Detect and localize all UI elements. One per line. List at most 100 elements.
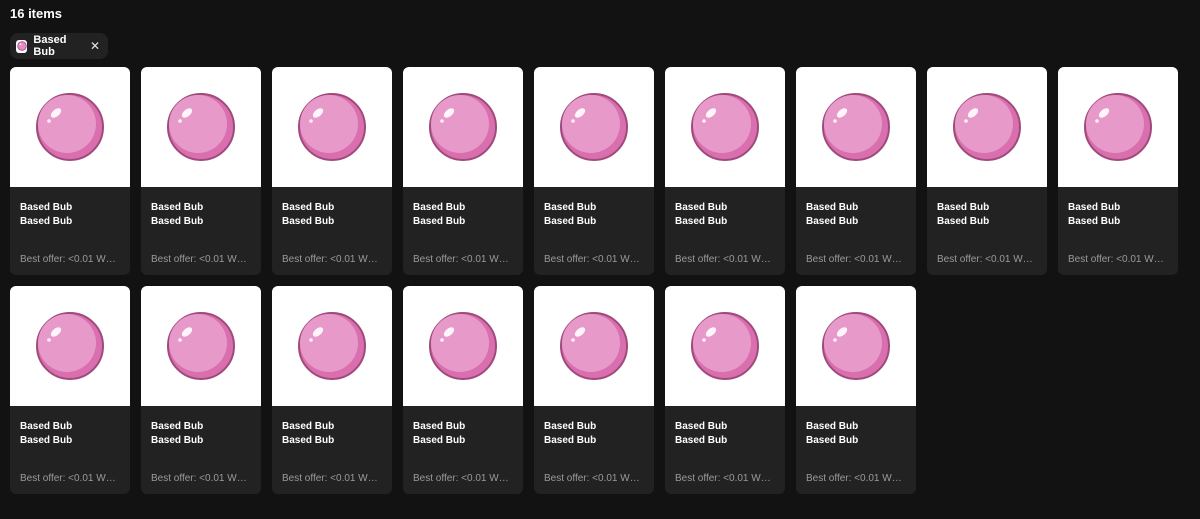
item-collection-name: Based Bub (20, 421, 73, 432)
item-collection-name: Based Bub (806, 202, 859, 213)
item-card[interactable]: Based Bub Based Bub Best offer: <0.01 WE… (10, 286, 130, 494)
item-name: Based Bub (544, 216, 597, 227)
item-collection-name: Based Bub (675, 202, 728, 213)
item-details: Based Bub Based Bub Best offer: <0.01 WE… (10, 187, 130, 275)
item-details: Based Bub Based Bub Best offer: <0.01 WE… (141, 406, 261, 494)
item-details: Based Bub Based Bub Best offer: <0.01 WE… (141, 187, 261, 275)
item-name: Based Bub (151, 435, 204, 446)
item-name: Based Bub (282, 216, 335, 227)
items-grid: Based Bub Based Bub Best offer: <0.01 WE… (10, 67, 1178, 494)
item-best-offer: Best offer: <0.01 WETH (413, 254, 515, 265)
item-image (141, 286, 261, 406)
item-name: Based Bub (675, 435, 728, 446)
item-best-offer: Best offer: <0.01 WETH (806, 254, 908, 265)
pink-bubble-icon (822, 312, 890, 380)
item-card[interactable]: Based Bub Based Bub Best offer: <0.01 WE… (665, 67, 785, 275)
pink-bubble-icon (429, 312, 497, 380)
pink-bubble-icon (298, 93, 366, 161)
item-image (796, 67, 916, 187)
item-name: Based Bub (806, 435, 859, 446)
item-best-offer: Best offer: <0.01 WETH (20, 254, 122, 265)
item-name: Based Bub (282, 435, 335, 446)
item-details: Based Bub Based Bub Best offer: <0.01 WE… (665, 187, 785, 275)
item-image (927, 67, 1047, 187)
item-card[interactable]: Based Bub Based Bub Best offer: <0.01 WE… (272, 67, 392, 275)
item-details: Based Bub Based Bub Best offer: <0.01 WE… (534, 187, 654, 275)
item-best-offer: Best offer: <0.01 WETH (1068, 254, 1170, 265)
pink-bubble-icon (560, 312, 628, 380)
item-image (272, 286, 392, 406)
item-image (272, 67, 392, 187)
item-collection-name: Based Bub (413, 421, 466, 432)
item-image (534, 67, 654, 187)
item-image (10, 286, 130, 406)
item-name: Based Bub (151, 216, 204, 227)
item-name: Based Bub (806, 216, 859, 227)
item-best-offer: Best offer: <0.01 WETH (282, 254, 384, 265)
item-best-offer: Best offer: <0.01 WETH (937, 254, 1039, 265)
item-details: Based Bub Based Bub Best offer: <0.01 WE… (796, 406, 916, 494)
item-details: Based Bub Based Bub Best offer: <0.01 WE… (403, 406, 523, 494)
filter-chip-label: Based Bub (33, 34, 67, 58)
item-card[interactable]: Based Bub Based Bub Best offer: <0.01 WE… (534, 67, 654, 275)
item-name: Based Bub (1068, 216, 1121, 227)
item-image (1058, 67, 1178, 187)
bubble-thumbnail-icon (16, 39, 28, 53)
pink-bubble-icon (36, 93, 104, 161)
item-card[interactable]: Based Bub Based Bub Best offer: <0.01 WE… (796, 286, 916, 494)
pink-bubble-icon (953, 93, 1021, 161)
pink-bubble-icon (429, 93, 497, 161)
item-name: Based Bub (413, 435, 466, 446)
item-details: Based Bub Based Bub Best offer: <0.01 WE… (796, 187, 916, 275)
item-image (796, 286, 916, 406)
pink-bubble-icon (1084, 93, 1152, 161)
item-name: Based Bub (937, 216, 990, 227)
item-details: Based Bub Based Bub Best offer: <0.01 WE… (534, 406, 654, 494)
item-card[interactable]: Based Bub Based Bub Best offer: <0.01 WE… (665, 286, 785, 494)
item-name: Based Bub (20, 216, 73, 227)
item-collection-name: Based Bub (675, 421, 728, 432)
item-image (141, 67, 261, 187)
item-best-offer: Best offer: <0.01 WETH (675, 473, 777, 484)
item-details: Based Bub Based Bub Best offer: <0.01 WE… (665, 406, 785, 494)
item-best-offer: Best offer: <0.01 WETH (544, 473, 646, 484)
item-card[interactable]: Based Bub Based Bub Best offer: <0.01 WE… (927, 67, 1047, 275)
item-image (534, 286, 654, 406)
item-card[interactable]: Based Bub Based Bub Best offer: <0.01 WE… (534, 286, 654, 494)
item-collection-name: Based Bub (1068, 202, 1121, 213)
item-details: Based Bub Based Bub Best offer: <0.01 WE… (1058, 187, 1178, 275)
item-card[interactable]: Based Bub Based Bub Best offer: <0.01 WE… (796, 67, 916, 275)
item-details: Based Bub Based Bub Best offer: <0.01 WE… (272, 187, 392, 275)
pink-bubble-icon (822, 93, 890, 161)
item-collection-name: Based Bub (544, 421, 597, 432)
pink-bubble-icon (691, 312, 759, 380)
item-best-offer: Best offer: <0.01 WETH (282, 473, 384, 484)
item-card[interactable]: Based Bub Based Bub Best offer: <0.01 WE… (141, 67, 261, 275)
pink-bubble-icon (691, 93, 759, 161)
item-card[interactable]: Based Bub Based Bub Best offer: <0.01 WE… (272, 286, 392, 494)
item-details: Based Bub Based Bub Best offer: <0.01 WE… (927, 187, 1047, 275)
pink-bubble-icon (167, 93, 235, 161)
item-best-offer: Best offer: <0.01 WETH (20, 473, 122, 484)
item-details: Based Bub Based Bub Best offer: <0.01 WE… (10, 406, 130, 494)
item-card[interactable]: Based Bub Based Bub Best offer: <0.01 WE… (1058, 67, 1178, 275)
item-card[interactable]: Based Bub Based Bub Best offer: <0.01 WE… (141, 286, 261, 494)
pink-bubble-icon (560, 93, 628, 161)
item-card[interactable]: Based Bub Based Bub Best offer: <0.01 WE… (403, 286, 523, 494)
items-count: 16 items (10, 6, 63, 21)
item-collection-name: Based Bub (151, 202, 204, 213)
item-best-offer: Best offer: <0.01 WETH (806, 473, 908, 484)
item-card[interactable]: Based Bub Based Bub Best offer: <0.01 WE… (10, 67, 130, 275)
item-collection-name: Based Bub (413, 202, 466, 213)
item-image (665, 67, 785, 187)
items-page: 16 items Based Bub ✕ Based Bub Based Bub… (0, 0, 1200, 519)
close-icon[interactable]: ✕ (90, 40, 100, 52)
item-image (665, 286, 785, 406)
pink-bubble-icon (167, 312, 235, 380)
filter-chip-based-bub[interactable]: Based Bub ✕ (10, 33, 108, 59)
item-best-offer: Best offer: <0.01 WETH (151, 254, 253, 265)
item-best-offer: Best offer: <0.01 WETH (544, 254, 646, 265)
item-card[interactable]: Based Bub Based Bub Best offer: <0.01 WE… (403, 67, 523, 275)
item-name: Based Bub (413, 216, 466, 227)
item-collection-name: Based Bub (282, 421, 335, 432)
